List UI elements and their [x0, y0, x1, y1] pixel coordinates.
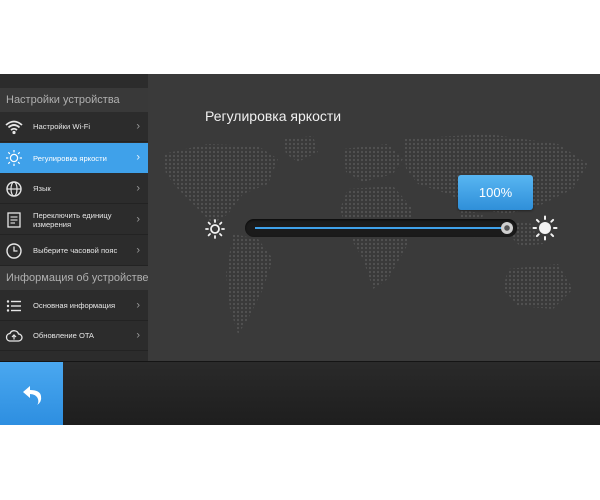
sidebar-item-ota-update[interactable]: Обновление OTA ›: [0, 321, 148, 351]
slider-thumb[interactable]: [501, 222, 513, 234]
back-button[interactable]: [0, 362, 63, 425]
chevron-right-icon: ›: [136, 299, 140, 311]
cloud-upload-icon: [5, 329, 23, 342]
brightness-low-icon: [205, 219, 225, 239]
brightness-slider[interactable]: [245, 219, 517, 237]
page-title: Регулировка яркости: [205, 108, 342, 124]
chevron-right-icon: ›: [136, 151, 140, 164]
sidebar-item-label: Регулировка яркости: [33, 153, 107, 163]
sidebar-item-label: Основная информация: [33, 301, 116, 310]
sidebar-item-label: Язык: [33, 184, 51, 193]
device-screen: Настройки устройства Настройки Wi-Fi › Р…: [0, 74, 600, 425]
sidebar-item-wifi[interactable]: Настройки Wi-Fi ›: [0, 112, 148, 142]
sidebar-item-label: Выберите часовой пояс: [33, 246, 118, 255]
chevron-right-icon: ›: [136, 213, 140, 225]
bottom-bar: [0, 361, 600, 425]
sidebar-item-language[interactable]: Язык ›: [0, 174, 148, 204]
brightness-high-icon: [532, 215, 558, 241]
sidebar-item-basic-info[interactable]: Основная информация ›: [0, 291, 148, 321]
section-header-device-info: Информация об устройстве: [0, 266, 148, 290]
brightness-value-badge: 100%: [458, 175, 533, 210]
chevron-right-icon: ›: [136, 120, 140, 132]
section-header-device-settings: Настройки устройства: [0, 88, 148, 112]
unit-icon: [7, 211, 21, 228]
chevron-right-icon: ›: [136, 244, 140, 256]
sidebar-item-units[interactable]: Переключить единицу измерения ›: [0, 205, 148, 235]
chevron-right-icon: ›: [136, 182, 140, 194]
brightness-panel: Регулировка яркости 100%: [148, 74, 600, 361]
chevron-right-icon: ›: [136, 329, 140, 341]
clock-icon: [6, 242, 22, 259]
sidebar-item-label: Обновление OTA: [33, 331, 95, 340]
list-icon: [6, 299, 21, 312]
sidebar-item-brightness[interactable]: Регулировка яркости ›: [0, 143, 148, 173]
back-arrow-icon: [22, 386, 41, 405]
slider-fill: [255, 227, 507, 229]
sidebar-item-label: Переключить единицу измерения: [33, 210, 112, 229]
globe-icon: [6, 180, 22, 197]
brightness-icon: [6, 150, 22, 166]
sidebar: Настройки устройства Настройки Wi-Fi › Р…: [0, 74, 148, 361]
sidebar-item-timezone[interactable]: Выберите часовой пояс ›: [0, 236, 148, 266]
sidebar-item-label: Настройки Wi-Fi: [33, 122, 91, 131]
wifi-icon: [5, 120, 23, 134]
